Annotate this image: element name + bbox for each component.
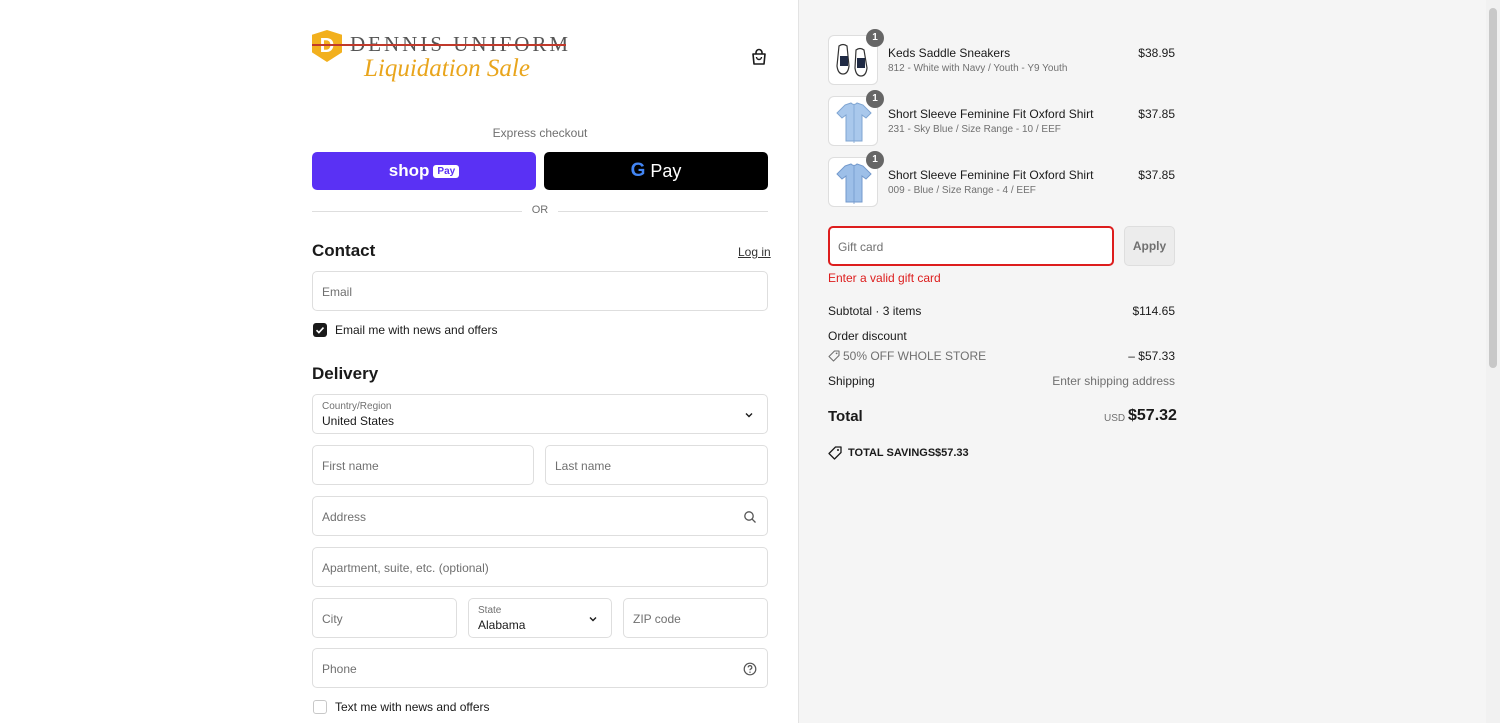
scrollbar-thumb[interactable]: [1489, 8, 1497, 368]
newsletter-label: Email me with news and offers: [335, 323, 498, 337]
or-divider: OR: [312, 204, 768, 218]
email-placeholder: Email: [322, 285, 353, 299]
item-name: Short Sleeve Feminine Fit Oxford Shirt: [888, 168, 1094, 182]
newsletter-checkbox[interactable]: [313, 323, 327, 337]
total-currency: USD: [1104, 413, 1126, 424]
page-scrollbar[interactable]: [1486, 0, 1500, 723]
shopping-bag-icon[interactable]: [750, 48, 768, 66]
express-checkout-label: Express checkout: [492, 126, 588, 140]
item-name: Keds Saddle Sneakers: [888, 46, 1011, 60]
google-pay-button[interactable]: G Pay: [544, 152, 768, 190]
order-discount-label: Order discount: [828, 329, 907, 343]
store-logo[interactable]: D DENNIS UNIFORM Liquidation Sale: [312, 28, 572, 88]
chevron-down-icon: [589, 617, 597, 622]
subtotal-value: $114.65: [1132, 304, 1176, 318]
item-variant: 009 - Blue / Size Range - 4 / EEF: [888, 185, 1036, 196]
tag-icon: [828, 350, 840, 362]
email-field[interactable]: Email: [312, 271, 768, 311]
or-text: OR: [531, 204, 549, 216]
gift-card-error: Enter a valid gift card: [828, 271, 941, 285]
apartment-placeholder: Apartment, suite, etc. (optional): [322, 561, 489, 575]
subtotal-label: Subtotal · 3 items: [828, 304, 922, 318]
item-variant: 812 - White with Navy / Youth - Y9 Youth: [888, 63, 1068, 74]
shop-pay-badge: Pay: [433, 164, 460, 178]
search-icon[interactable]: [743, 510, 757, 524]
total-savings-value: $57.33: [935, 447, 969, 459]
country-select[interactable]: Country/Region United States: [312, 394, 768, 434]
login-link[interactable]: Log in: [738, 245, 771, 259]
phone-field[interactable]: Phone: [312, 648, 768, 688]
total-label: Total: [828, 408, 863, 425]
gift-card-placeholder: Gift card: [838, 240, 884, 254]
apartment-field[interactable]: Apartment, suite, etc. (optional): [312, 547, 768, 587]
logo-shield-icon: D: [312, 30, 342, 62]
google-g-icon: G: [630, 160, 646, 181]
item-price: $37.85: [1138, 168, 1175, 182]
discount-code: 50% OFF WHOLE STORE: [843, 349, 987, 363]
question-circle-icon[interactable]: [743, 662, 757, 676]
checkout-form-panel: D DENNIS UNIFORM Liquidation Sale Expres…: [0, 0, 798, 723]
zip-placeholder: ZIP code: [633, 612, 681, 626]
city-placeholder: City: [322, 612, 343, 626]
total-savings-label: TOTAL SAVINGS: [848, 447, 936, 459]
country-value: United States: [322, 414, 395, 428]
cart-item: 1 Short Sleeve Feminine Fit Oxford Shirt…: [828, 151, 1175, 207]
cart-item: 1 Keds Saddle Sneakers 812 - White with …: [828, 29, 1175, 85]
state-label: State: [478, 605, 502, 616]
quantity-badge: 1: [866, 151, 884, 169]
shipping-label: Shipping: [828, 374, 875, 388]
shop-pay-button[interactable]: shop Pay: [312, 152, 536, 190]
logo-tagline: Liquidation Sale: [364, 55, 530, 82]
total-value: $57.32: [1128, 407, 1177, 424]
quantity-badge: 1: [866, 29, 884, 47]
quantity-badge: 1: [866, 90, 884, 108]
state-select[interactable]: State Alabama: [468, 598, 612, 638]
last-name-placeholder: Last name: [555, 459, 612, 473]
first-name-placeholder: First name: [322, 459, 379, 473]
contact-heading: Contact: [312, 241, 376, 260]
last-name-field[interactable]: Last name: [545, 445, 768, 485]
google-pay-label: Pay: [650, 160, 682, 181]
discount-value: – $57.33: [1128, 349, 1175, 363]
zip-field[interactable]: ZIP code: [623, 598, 768, 638]
sms-label: Text me with news and offers: [335, 700, 490, 714]
apply-button[interactable]: Apply: [1124, 226, 1175, 266]
item-name: Short Sleeve Feminine Fit Oxford Shirt: [888, 107, 1094, 121]
address-placeholder: Address: [322, 510, 367, 524]
sms-checkbox[interactable]: [313, 700, 327, 714]
logo-strikethrough: [312, 44, 566, 46]
gift-card-input[interactable]: Gift card: [828, 226, 1114, 266]
shipping-value: Enter shipping address: [1052, 374, 1175, 388]
phone-placeholder: Phone: [322, 662, 357, 676]
item-price: $37.85: [1138, 107, 1175, 121]
state-value: Alabama: [478, 618, 526, 632]
checkmark-icon: [315, 327, 325, 334]
price-tag-icon: [828, 446, 842, 460]
first-name-field[interactable]: First name: [312, 445, 534, 485]
item-variant: 231 - Sky Blue / Size Range - 10 / EEF: [888, 124, 1061, 135]
shop-pay-wordmark: shop: [388, 161, 430, 180]
country-label: Country/Region: [322, 401, 392, 412]
city-field[interactable]: City: [312, 598, 457, 638]
item-price: $38.95: [1138, 46, 1175, 60]
address-field[interactable]: Address: [312, 496, 768, 536]
chevron-down-icon: [745, 413, 753, 418]
cart-item: 1 Short Sleeve Feminine Fit Oxford Shirt…: [828, 90, 1175, 146]
delivery-heading: Delivery: [312, 364, 379, 383]
